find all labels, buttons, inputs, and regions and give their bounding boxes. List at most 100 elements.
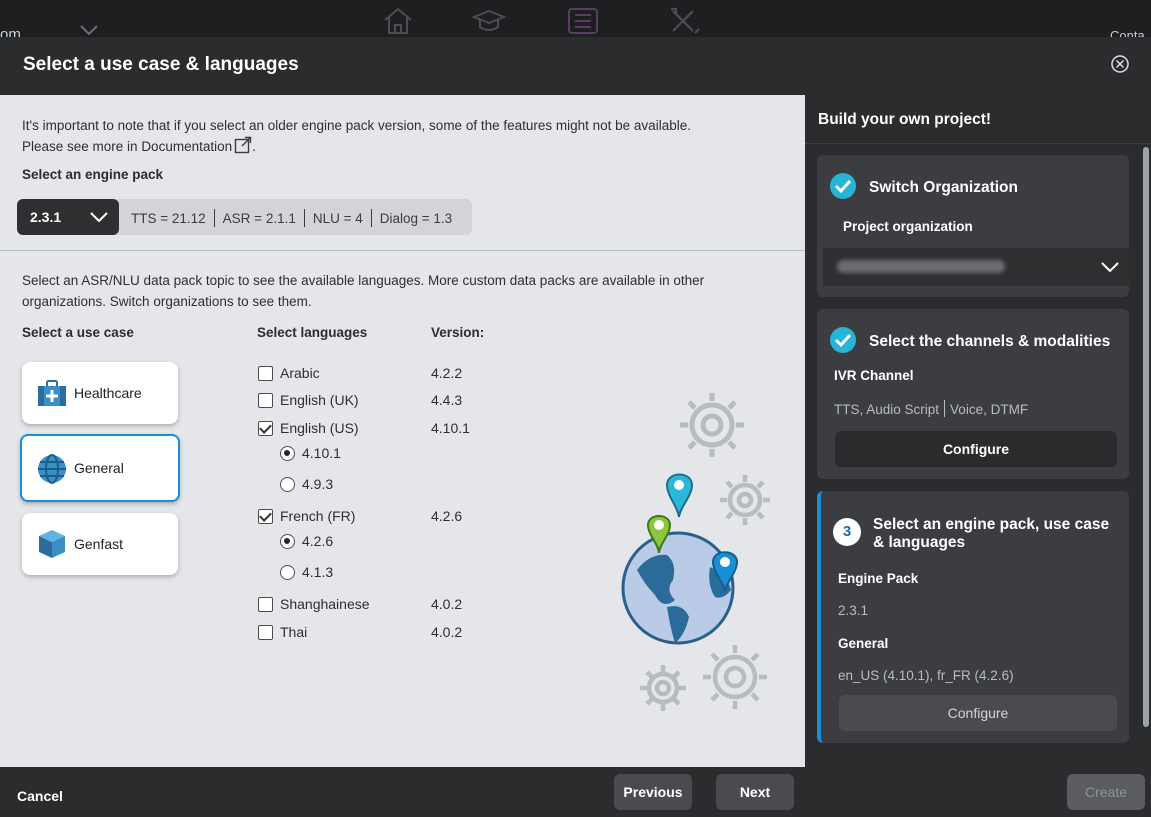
version-label: Version: xyxy=(431,325,485,340)
graduation-cap-icon xyxy=(472,9,506,31)
datapack-notice-line-1: Select an ASR/NLU data pack topic to see… xyxy=(22,273,705,288)
language-checkbox[interactable] xyxy=(258,421,273,436)
close-icon[interactable] xyxy=(1110,54,1130,74)
home-icon xyxy=(384,7,412,34)
gear-icon xyxy=(720,475,770,525)
external-link-icon[interactable] xyxy=(234,136,252,154)
version-radio[interactable] xyxy=(280,565,295,580)
chevron-down-icon xyxy=(80,25,98,36)
engine-pack-select[interactable]: 2.3.1 xyxy=(17,199,119,235)
use-case-label-genfast: Genfast xyxy=(74,536,124,552)
separator xyxy=(370,209,372,227)
chevron-down-icon xyxy=(90,212,108,223)
tools-icon xyxy=(671,7,700,34)
step-title: Select the channels & modalities xyxy=(869,333,1111,350)
use-case-modal: Select a use case & languages It's impor… xyxy=(0,37,1151,817)
modal-footer: Cancel Previous Next Create xyxy=(0,767,1151,817)
cube-icon xyxy=(39,530,65,558)
separator xyxy=(944,400,946,417)
separator xyxy=(213,209,215,227)
engine-notice: It's important to note that if you selec… xyxy=(22,115,782,157)
language-label: French (FR) xyxy=(280,508,356,524)
language-checkbox[interactable] xyxy=(258,393,273,408)
scrollbar[interactable] xyxy=(1143,147,1149,727)
side-title: Build your own project! xyxy=(818,111,992,128)
modal-header: Select a use case & languages xyxy=(0,37,1151,95)
channel-input-modes: Voice, DTMF xyxy=(950,402,1029,417)
step-number-badge: 3 xyxy=(833,518,861,546)
configure-engine-button[interactable]: Configure xyxy=(839,695,1117,731)
create-button[interactable]: Create xyxy=(1067,774,1145,810)
datapack-notice: Select an ASR/NLU data pack topic to see… xyxy=(22,270,782,312)
use-case-genfast[interactable]: Genfast xyxy=(22,513,178,575)
version-radio-label: 4.10.1 xyxy=(302,445,341,461)
language-summary-value: en_US (4.10.1), fr_FR (4.2.6) xyxy=(838,668,1014,683)
documentation-link[interactable]: Documentation xyxy=(141,139,232,154)
version-radio[interactable] xyxy=(280,534,295,549)
globe-illustration xyxy=(621,393,770,711)
previous-button[interactable]: Previous xyxy=(614,774,692,810)
engine-pack-row: 2.3.1 TTS = 21.12 ASR = 2.1.1 NLU = 4 Dialo… xyxy=(17,199,472,235)
engine-pack-label: Select an engine pack xyxy=(22,167,164,182)
languages-label: Select languages xyxy=(257,325,368,340)
notice-line-1: It's important to note that if you selec… xyxy=(22,118,691,133)
step-subtitle: IVR Channel xyxy=(834,368,914,383)
use-case-healthcare[interactable]: Healthcare xyxy=(22,362,178,424)
language-version: 4.2.6 xyxy=(431,508,463,524)
asr-version: ASR = 2.1.1 xyxy=(222,211,296,226)
dialog-version: Dialog = 1.3 xyxy=(379,211,453,226)
notice-line-2-suffix: . xyxy=(252,139,256,154)
step-switch-organization: Switch Organization Project organization xyxy=(817,155,1129,297)
use-case-general[interactable]: General xyxy=(20,434,180,502)
notice-line-2-prefix: Please see more in xyxy=(22,139,142,154)
step-title: Switch Organization xyxy=(869,179,1018,196)
gear-icon xyxy=(640,665,686,711)
list-icon xyxy=(568,8,598,34)
engine-pack-value: 2.3.1 xyxy=(30,209,62,225)
language-version: 4.10.1 xyxy=(431,420,470,436)
language-label: English (US) xyxy=(280,420,359,436)
step-title-line-1: Select an engine pack, use case xyxy=(873,516,1110,533)
nlu-version: NLU = 4 xyxy=(312,211,363,226)
language-label: Thai xyxy=(280,624,308,640)
language-checkbox[interactable] xyxy=(258,366,273,381)
step-engine-pack: 3 Select an engine pack, use case & lang… xyxy=(817,491,1129,743)
version-radio[interactable] xyxy=(280,446,295,461)
use-case-label-general: General xyxy=(74,460,124,476)
divider xyxy=(805,143,1151,144)
language-checkbox[interactable] xyxy=(258,509,273,524)
version-radio-label: 4.1.3 xyxy=(302,564,334,580)
tts-version: TTS = 21.12 xyxy=(131,211,206,226)
language-version: 4.4.3 xyxy=(431,392,463,408)
globe-icon xyxy=(38,454,66,484)
cancel-button[interactable]: Cancel xyxy=(17,788,63,804)
engine-pack-summary-value: 2.3.1 xyxy=(838,603,869,618)
version-radio-label: 4.2.6 xyxy=(302,533,334,549)
language-label: Arabic xyxy=(280,365,320,381)
use-case-label: Select a use case xyxy=(22,325,134,340)
version-radio[interactable] xyxy=(280,477,295,492)
channel-modalities: TTS, Audio Script Voice, DTMF xyxy=(834,400,1028,417)
language-checkbox[interactable] xyxy=(258,625,273,640)
language-checkbox[interactable] xyxy=(258,597,273,612)
engine-pack-summary-label: Engine Pack xyxy=(838,571,919,586)
gear-icon xyxy=(680,393,744,457)
language-label: Shanghainese xyxy=(280,596,370,612)
modal-title: Select a use case & languages xyxy=(23,54,299,75)
use-case-summary-label: General xyxy=(838,636,889,651)
datapack-notice-line-2: organizations. Switch organizations to s… xyxy=(22,294,312,309)
organization-select[interactable] xyxy=(823,248,1129,286)
gear-icon xyxy=(703,645,767,709)
step-title-line-2: & languages xyxy=(873,534,966,551)
version-radio-label: 4.9.3 xyxy=(302,476,334,492)
check-circle-icon xyxy=(830,173,856,199)
medical-kit-icon xyxy=(38,380,66,406)
configure-channels-button[interactable]: Configure xyxy=(835,431,1117,467)
next-button[interactable]: Next xyxy=(716,774,794,810)
background-app-bar: om Conta xyxy=(0,0,1151,43)
language-label: English (UK) xyxy=(280,392,359,408)
check-circle-icon xyxy=(830,327,856,353)
engine-pack-components: TTS = 21.12 ASR = 2.1.1 NLU = 4 Dialog = 1.… xyxy=(131,209,452,227)
language-version: 4.2.2 xyxy=(431,365,463,381)
use-case-label-healthcare: Healthcare xyxy=(74,385,142,401)
